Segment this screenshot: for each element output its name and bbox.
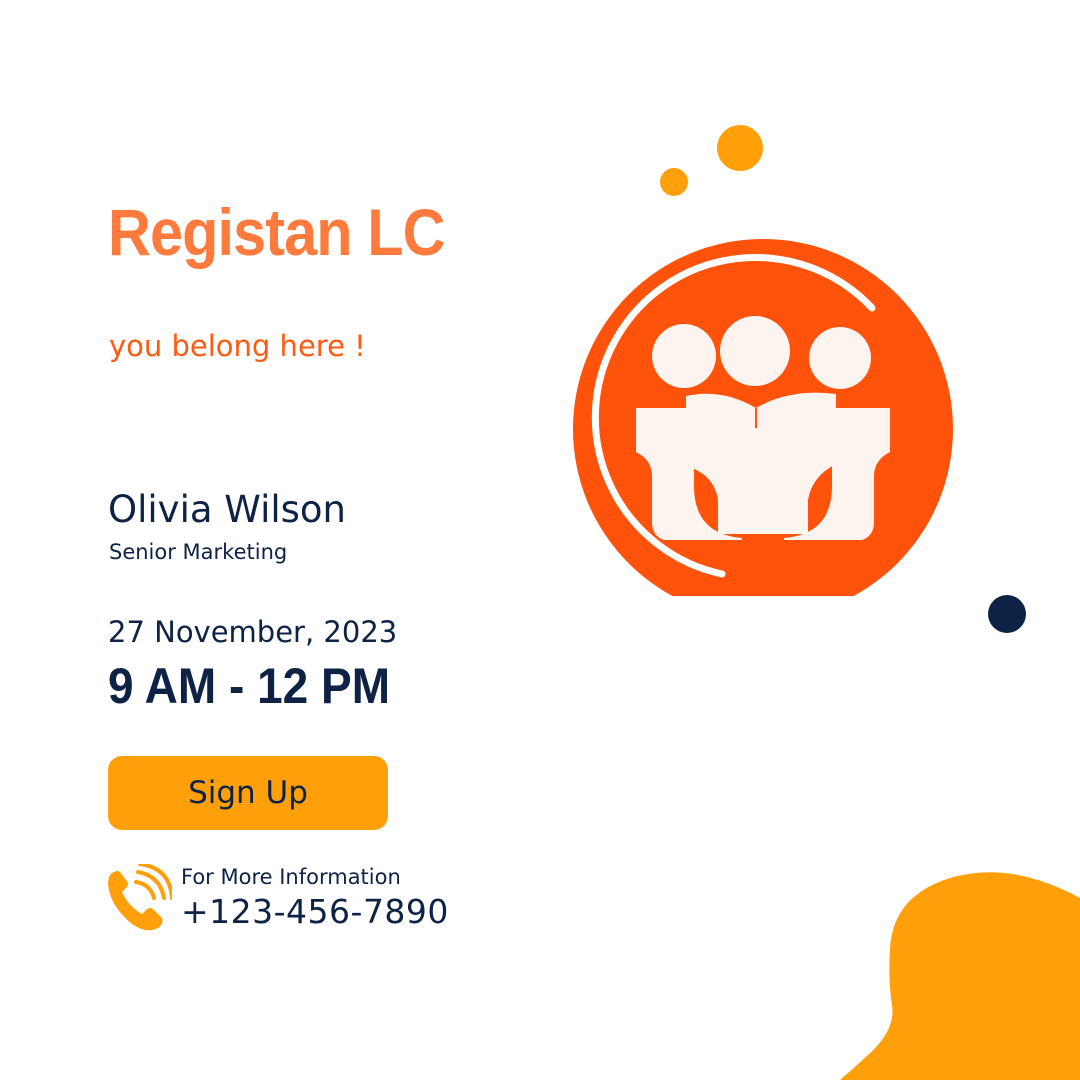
more-info-label: For More Information [181,865,401,889]
flyer-canvas: Registan LC you belong here ! Olivia Wil… [0,0,1080,1080]
phone-ringing-icon [108,864,172,931]
sign-up-button[interactable]: Sign Up [108,756,388,830]
event-tagline: you belong here ! [109,329,366,363]
decorative-dot-large [717,125,763,171]
three-people-reading-logo [573,239,953,596]
event-date: 27 November, 2023 [108,615,398,649]
decorative-blob [840,872,1080,1080]
phone-number: +123-456-7890 [181,892,449,931]
speaker-name: Olivia Wilson [108,488,346,531]
decorative-dot-navy [988,595,1026,633]
decorative-dot-small [660,168,688,196]
speaker-role: Senior Marketing [109,540,288,564]
event-title: Registan LC [108,195,446,269]
event-time: 9 AM - 12 PM [108,658,391,714]
